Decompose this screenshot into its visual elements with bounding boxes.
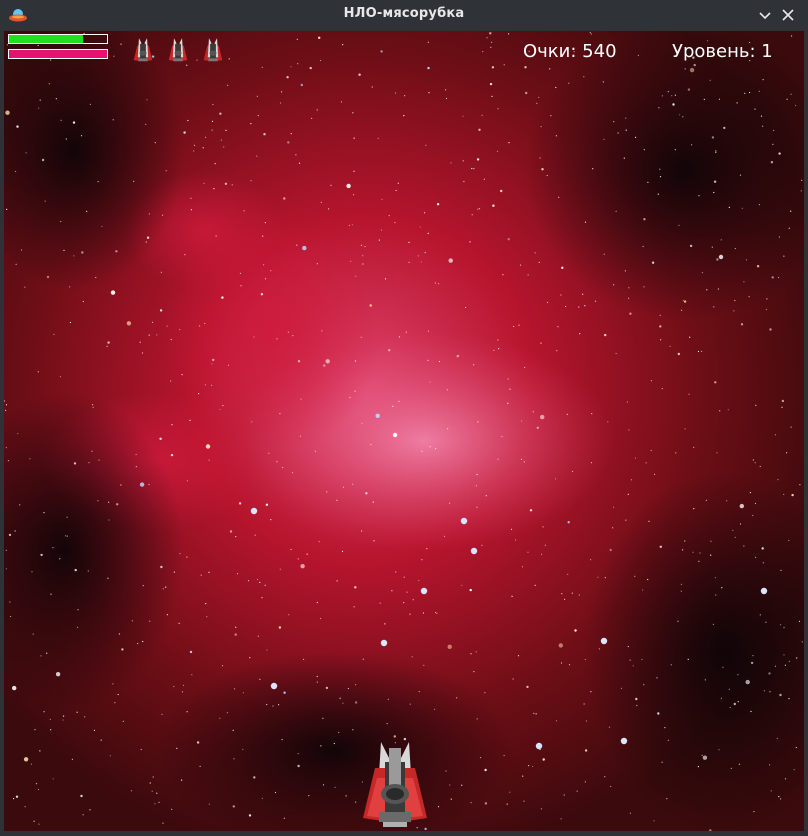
- health-bar-fill: [9, 35, 83, 43]
- close-button[interactable]: [778, 5, 798, 25]
- life-ship-icon: [164, 37, 192, 63]
- score-label: Очки: 540: [523, 41, 617, 62]
- player-ship-icon: [363, 742, 427, 827]
- level-label: Уровень: 1: [672, 41, 773, 62]
- energy-bar-fill: [9, 50, 107, 58]
- window-bottom-border: [0, 831, 808, 836]
- minimize-button[interactable]: [755, 5, 775, 25]
- space-nebula-background: [4, 31, 804, 831]
- window-title: НЛО-мясорубка: [343, 6, 465, 21]
- game-canvas[interactable]: Очки: 540 Уровень: 1: [4, 31, 804, 831]
- life-ship-icon: [199, 37, 227, 63]
- life-ship-icon: [129, 37, 157, 63]
- health-bar: [8, 34, 108, 44]
- game-window: НЛО-мясорубка Очки: 540 Уровень: 1: [0, 0, 808, 836]
- titlebar[interactable]: НЛО-мясорубка: [0, 0, 808, 30]
- energy-bar: [8, 49, 108, 59]
